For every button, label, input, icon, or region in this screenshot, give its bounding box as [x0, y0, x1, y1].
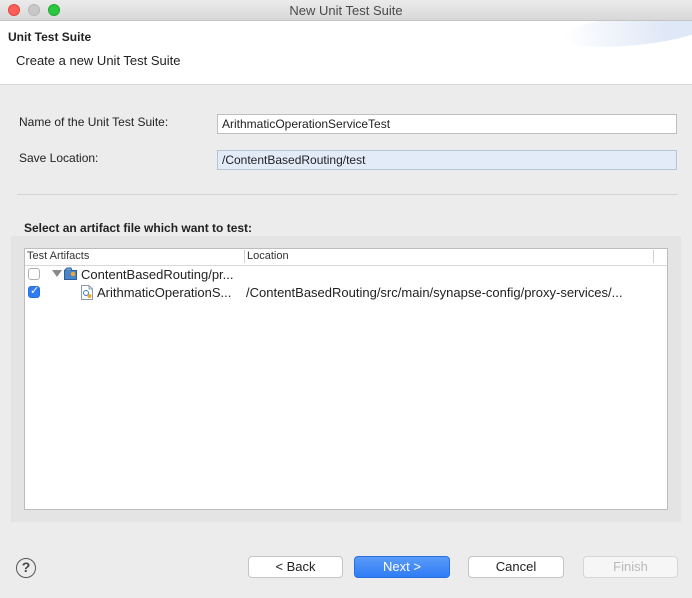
proxy-service-file-icon	[81, 285, 93, 300]
separator	[17, 194, 678, 195]
artifact-name: ContentBasedRouting/pr...	[81, 267, 234, 282]
header-banner-graphic	[560, 21, 692, 53]
project-icon	[64, 267, 77, 280]
artifact-checkbox[interactable]: ✓	[28, 285, 40, 298]
column-header-location[interactable]: Location	[247, 250, 289, 262]
cancel-button[interactable]: Cancel	[468, 556, 564, 578]
table-header: Test Artifacts Location	[25, 249, 667, 266]
table-row[interactable]: ContentBasedRouting/pr...	[25, 266, 667, 284]
next-button[interactable]: Next >	[354, 556, 450, 578]
column-divider[interactable]	[653, 250, 654, 263]
back-button[interactable]: < Back	[248, 556, 343, 578]
wizard-header: Unit Test Suite Create a new Unit Test S…	[0, 21, 692, 85]
column-divider[interactable]	[244, 250, 245, 263]
suite-name-label: Name of the Unit Test Suite:	[19, 115, 169, 129]
save-location-label: Save Location:	[19, 151, 99, 165]
artifact-checkbox[interactable]	[28, 268, 40, 280]
artifact-table[interactable]: Test Artifacts Location ContentBasedRout…	[24, 248, 668, 510]
window-titlebar: New Unit Test Suite	[0, 0, 692, 21]
expand-chevron-down-icon[interactable]	[52, 270, 62, 277]
finish-button[interactable]: Finish	[583, 556, 678, 578]
artifact-name: ArithmaticOperationS...	[97, 285, 232, 300]
wizard-page-description: Create a new Unit Test Suite	[16, 53, 181, 68]
save-location-input[interactable]	[217, 150, 677, 170]
help-icon[interactable]: ?	[16, 558, 36, 578]
wizard-page-title: Unit Test Suite	[8, 30, 92, 44]
window-title: New Unit Test Suite	[289, 3, 403, 18]
artifact-location: /ContentBasedRouting/src/main/synapse-co…	[246, 285, 623, 300]
column-header-test-artifacts[interactable]: Test Artifacts	[27, 250, 89, 262]
table-row[interactable]: ✓ ArithmaticOperationS... /ContentBasedR…	[25, 284, 667, 302]
suite-name-input[interactable]	[217, 114, 677, 134]
artifact-group-label: Select an artifact file which want to te…	[24, 221, 253, 235]
checkmark-icon: ✓	[30, 285, 40, 297]
